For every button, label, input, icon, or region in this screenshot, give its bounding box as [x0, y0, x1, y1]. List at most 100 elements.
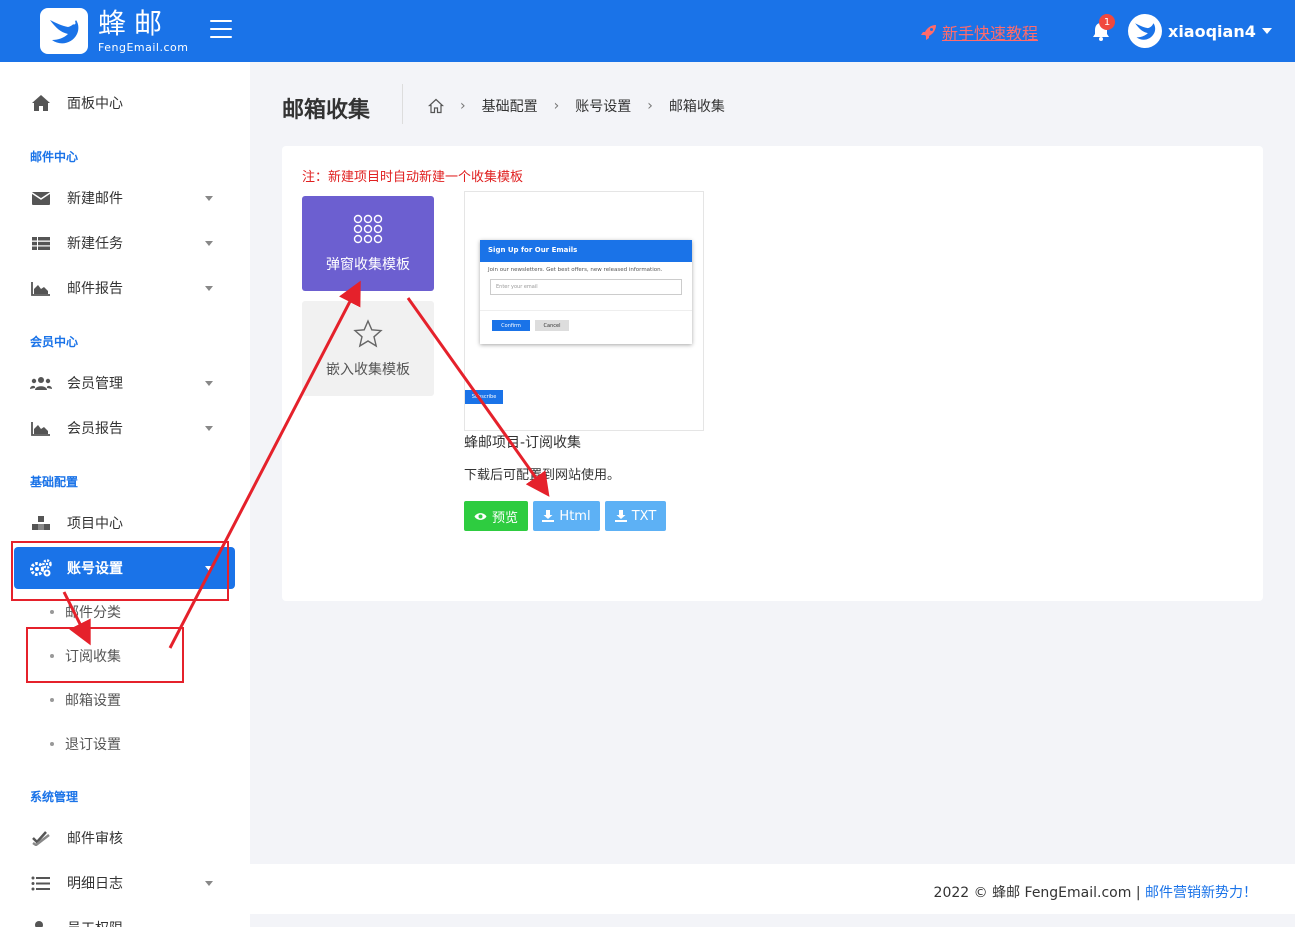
sidebar-item-new-task[interactable]: 新建任务: [14, 222, 235, 264]
sidebar-subitem-unsubscribe-settings[interactable]: 退订设置: [50, 732, 121, 756]
tutorial-link[interactable]: 新手快速教程: [920, 20, 1038, 44]
breadcrumb-item[interactable]: 账号设置: [575, 96, 631, 116]
preview-cancel-button: Cancel: [535, 320, 569, 331]
breadcrumb: › 基础配置 › 账号设置 › 邮箱收集: [428, 96, 725, 116]
footer-text: 2022 © 蜂邮 FengEmail.com | 邮件营销新势力！: [934, 882, 1257, 902]
sidebar-item-label: 员工权限: [67, 918, 123, 927]
gears-icon: [28, 558, 54, 578]
preview-button-label: 预览: [491, 510, 518, 526]
users-icon: [28, 373, 54, 393]
table-icon: [28, 233, 54, 253]
preview-modal: Sign Up for Our Emails Join our newslett…: [480, 240, 692, 344]
sidebar-item-label: 会员报告: [67, 421, 123, 437]
breadcrumb-item[interactable]: 基础配置: [482, 96, 538, 116]
preview-email-input: Enter your email: [490, 279, 682, 295]
notification-badge: 1: [1099, 14, 1115, 30]
download-html-button[interactable]: Html: [533, 501, 600, 531]
logo[interactable]: 蜂邮 FengEmail.com: [40, 8, 188, 54]
sidebar-subitem-mail-category[interactable]: 邮件分类: [50, 600, 121, 624]
sidebar-subitem-subscribe-collect[interactable]: 订阅收集: [50, 644, 121, 668]
sidebar-subitem-label: 订阅收集: [65, 649, 121, 665]
logo-text-cn: 蜂邮: [98, 6, 171, 40]
caret-down-icon: [205, 241, 213, 246]
title-divider: [402, 84, 403, 124]
sidebar-item-label: 账号设置: [67, 561, 123, 577]
template-tile-label: 弹窗收集模板: [326, 256, 410, 273]
sidebar-item-new-mail[interactable]: 新建邮件: [14, 177, 235, 219]
star-icon: [353, 318, 383, 347]
sidebar-item-label: 邮件审核: [67, 831, 123, 847]
list-icon: [28, 873, 54, 893]
sidebar-item-account-settings[interactable]: 账号设置: [14, 547, 235, 589]
collection-card: 注：新建项目时自动新建一个收集模板 弹窗收集模板 嵌入收集模板 Sign Up …: [282, 146, 1263, 601]
double-check-icon: [28, 828, 54, 848]
download-txt-label: TXT: [631, 508, 657, 524]
sidebar-item-mail-report[interactable]: 邮件报告: [14, 267, 235, 309]
template-preview: Sign Up for Our Emails Join our newslett…: [464, 191, 704, 431]
template-description: 下载后可配置到网站使用。: [464, 468, 621, 483]
popup-template-tile[interactable]: 弹窗收集模板: [302, 196, 434, 291]
preview-modal-title: Sign Up for Our Emails: [480, 240, 692, 262]
footer-copyright: 2022 © 蜂邮 FengEmail.com |: [933, 885, 1145, 901]
sidebar-item-dashboard[interactable]: 面板中心: [14, 82, 235, 124]
sidebar-item-staff-perm[interactable]: 员工权限: [14, 907, 235, 927]
embed-template-tile[interactable]: 嵌入收集模板: [302, 301, 434, 396]
sidebar-item-label: 新建邮件: [67, 191, 123, 207]
chevron-right-icon: ›: [647, 98, 653, 114]
bird-logo-icon: [40, 8, 88, 54]
top-bar: 蜂邮 FengEmail.com 新手快速教程 1 xiaoqian4: [0, 0, 1295, 62]
sidebar-item-member-report[interactable]: 会员报告: [14, 407, 235, 449]
sidebar: 面板中心 邮件中心 新建邮件 新建任务 邮件报告 会员中心 会员管理 会员报告 …: [0, 62, 250, 927]
sidebar-item-project-center[interactable]: 项目中心: [14, 502, 235, 544]
username: xiaoqian4: [1168, 21, 1256, 41]
chevron-right-icon: ›: [553, 98, 560, 114]
sidebar-item-detail-log[interactable]: 明细日志: [14, 862, 235, 904]
user-icon: [28, 918, 54, 927]
cubes-icon: [28, 513, 54, 533]
sidebar-subitem-label: 邮件分类: [65, 605, 121, 621]
chevron-right-icon: ›: [460, 98, 466, 114]
caret-down-icon: [205, 286, 213, 291]
sidebar-item-label: 面板中心: [67, 96, 123, 112]
section-title-member: 会员中心: [30, 335, 79, 349]
sidebar-subitem-label: 邮箱设置: [65, 693, 121, 709]
section-title-system: 系统管理: [30, 790, 79, 804]
download-icon: [542, 510, 555, 522]
tutorial-label: 新手快速教程: [942, 24, 1039, 43]
preview-confirm-button: Confirm: [492, 320, 530, 331]
caret-down-icon: [205, 881, 213, 886]
sidebar-item-label: 明细日志: [67, 876, 123, 892]
eye-icon: [474, 512, 487, 520]
caret-down-icon: [205, 381, 213, 386]
sidebar-subitem-label: 退订设置: [65, 737, 121, 753]
menu-toggle-icon[interactable]: [210, 20, 232, 38]
sidebar-item-label: 新建任务: [67, 236, 123, 252]
template-tile-label: 嵌入收集模板: [326, 361, 410, 378]
home-outline-icon[interactable]: [428, 98, 444, 114]
sidebar-item-mail-audit[interactable]: 邮件审核: [14, 817, 235, 859]
caret-down-icon: [1261, 28, 1272, 34]
footer-slogan[interactable]: 邮件营销新势力！: [1145, 885, 1257, 901]
breadcrumb-item: 邮箱收集: [668, 99, 725, 115]
grid-dots-icon: [353, 214, 383, 243]
preview-button[interactable]: 预览: [464, 501, 528, 531]
sidebar-item-label: 邮件报告: [67, 281, 123, 297]
page-title: 邮箱收集: [282, 98, 371, 123]
preview-modal-desc: Join our newsletters. Get best offers, n…: [488, 267, 663, 273]
footer: 2022 © 蜂邮 FengEmail.com | 邮件营销新势力！: [250, 864, 1295, 914]
area-chart-icon: [28, 278, 54, 298]
sidebar-item-label: 会员管理: [67, 376, 123, 392]
caret-down-icon: [205, 196, 213, 201]
sidebar-item-member-mgmt[interactable]: 会员管理: [14, 362, 235, 404]
home-icon: [28, 93, 54, 113]
sidebar-item-label: 项目中心: [67, 516, 123, 532]
download-txt-button[interactable]: TXT: [605, 501, 666, 531]
section-title-basic: 基础配置: [30, 475, 79, 489]
sidebar-subitem-mailbox-settings[interactable]: 邮箱设置: [50, 688, 121, 712]
download-icon: [614, 510, 627, 522]
rocket-icon: [921, 25, 936, 40]
caret-down-icon: [205, 566, 213, 571]
user-menu[interactable]: xiaoqian4: [1128, 14, 1272, 48]
logo-text-en: FengEmail.com: [98, 40, 189, 54]
caret-down-icon: [205, 426, 213, 431]
